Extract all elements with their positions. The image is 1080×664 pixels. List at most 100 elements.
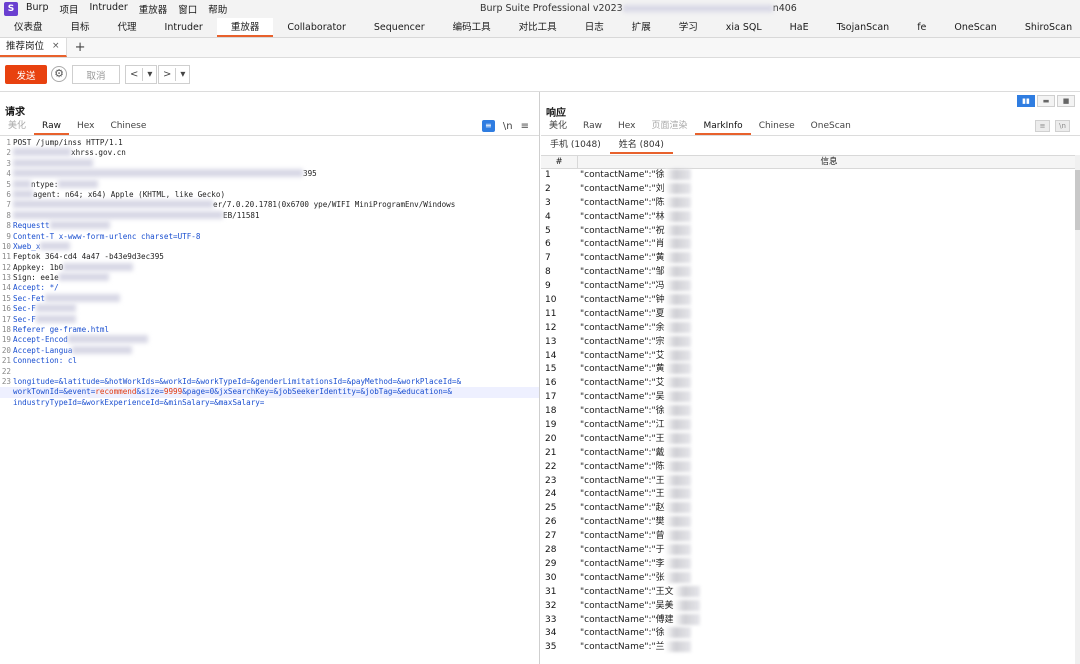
close-icon[interactable]: × bbox=[52, 37, 60, 56]
tab-chinese[interactable]: Chinese bbox=[751, 118, 803, 135]
tab-phone[interactable]: 手机 (1048) bbox=[541, 138, 610, 154]
table-row[interactable]: 26 "contactName":"樊 bbox=[541, 516, 1080, 530]
menu-burp[interactable]: Burp bbox=[26, 2, 48, 16]
menu-repeater[interactable]: 重放器 bbox=[139, 2, 168, 16]
tab-chinese[interactable]: Chinese bbox=[102, 118, 154, 135]
table-row[interactable]: 33 "contactName":"傅建 bbox=[541, 613, 1080, 628]
table-row[interactable]: 34 "contactName":"徐 bbox=[541, 627, 1080, 641]
tab-hex[interactable]: Hex bbox=[610, 118, 643, 135]
tab-dashboard[interactable]: 仪表盘 bbox=[0, 18, 57, 37]
table-row[interactable]: 5 "contactName":"祝 bbox=[541, 224, 1080, 239]
table-row[interactable]: 35 "contactName":"兰 bbox=[541, 641, 1080, 655]
tab-name[interactable]: 姓名 (804) bbox=[609, 138, 673, 154]
table-row[interactable]: 14 "contactName":"艾 bbox=[541, 349, 1080, 364]
tab-comparer[interactable]: 对比工具 bbox=[505, 18, 571, 37]
table-row[interactable]: 28 "contactName":"于 bbox=[541, 544, 1080, 558]
table-row[interactable]: 10 "contactName":"钟 bbox=[541, 294, 1080, 308]
scrollbar[interactable] bbox=[1075, 155, 1080, 664]
table-row[interactable]: 20 "contactName":"王 bbox=[541, 432, 1080, 447]
split-vertical-icon[interactable]: ▬ bbox=[1037, 95, 1055, 107]
send-button[interactable]: 发送 bbox=[5, 65, 47, 84]
table-row[interactable]: 3 "contactName":"陈 bbox=[541, 196, 1080, 211]
table-row[interactable]: 30 "contactName":"张 bbox=[541, 571, 1080, 586]
repeater-tab-recommend-jobs[interactable]: 推荐岗位 × bbox=[0, 38, 67, 57]
tab-logger[interactable]: 日志 bbox=[571, 18, 618, 37]
table-row[interactable]: 7 "contactName":"黄 bbox=[541, 252, 1080, 266]
table-row[interactable]: 8 "contactName":"邹 bbox=[541, 266, 1080, 280]
tab-intruder[interactable]: Intruder bbox=[151, 18, 217, 37]
tab-raw[interactable]: Raw bbox=[34, 118, 69, 135]
wrap-lines-icon[interactable]: ≡ bbox=[481, 120, 495, 132]
table-row[interactable]: 21 "contactName":"戴 bbox=[541, 446, 1080, 461]
table-row[interactable]: 29 "contactName":"李 bbox=[541, 557, 1080, 572]
column-header-number[interactable]: # bbox=[541, 156, 578, 168]
tab-fe[interactable]: fe bbox=[903, 18, 940, 37]
back-button-group[interactable]: < ▾ bbox=[125, 65, 158, 84]
table-row[interactable]: 9 "contactName":"冯 bbox=[541, 280, 1080, 294]
tab-proxy[interactable]: 代理 bbox=[104, 18, 151, 37]
tab-learn[interactable]: 学习 bbox=[665, 18, 712, 37]
tab-onescan[interactable]: OneScan bbox=[940, 18, 1010, 37]
tab-pretty[interactable]: 美化 bbox=[541, 118, 575, 135]
table-row[interactable]: 25 "contactName":"赵 bbox=[541, 502, 1080, 516]
newline-icon[interactable]: \n bbox=[503, 121, 513, 132]
tab-shiroscan[interactable]: ShiroScan bbox=[1011, 18, 1080, 37]
single-pane-icon[interactable]: ■ bbox=[1057, 95, 1075, 107]
table-row[interactable]: 1 "contactName":"徐 bbox=[541, 169, 1080, 183]
tab-extensions[interactable]: 扩展 bbox=[618, 18, 665, 37]
tab-target[interactable]: 目标 bbox=[57, 18, 104, 37]
gear-icon[interactable]: ⚙ bbox=[51, 66, 67, 82]
tab-sequencer[interactable]: Sequencer bbox=[360, 18, 439, 37]
split-horizontal-icon[interactable]: ▮▮ bbox=[1017, 95, 1035, 107]
back-icon[interactable]: < bbox=[126, 69, 142, 80]
menu-icon[interactable]: ≡ bbox=[521, 121, 529, 132]
table-row[interactable]: 18 "contactName":"徐 bbox=[541, 405, 1080, 419]
menu-intruder[interactable]: Intruder bbox=[90, 2, 128, 16]
tab-markinfo[interactable]: MarkInfo bbox=[695, 118, 751, 135]
tab-hae[interactable]: HaE bbox=[776, 18, 823, 37]
table-row[interactable]: 2 "contactName":"刘 bbox=[541, 182, 1080, 197]
table-row[interactable]: 24 "contactName":"王 bbox=[541, 488, 1080, 502]
tab-raw[interactable]: Raw bbox=[575, 118, 610, 135]
table-row[interactable]: 17 "contactName":"吴 bbox=[541, 391, 1080, 405]
tab-collaborator[interactable]: Collaborator bbox=[273, 18, 360, 37]
table-row[interactable]: 16 "contactName":"艾 bbox=[541, 377, 1080, 391]
tab-onescan[interactable]: OneScan bbox=[803, 118, 859, 135]
request-editor[interactable]: 1 POST /jump/inss HTTP/1.1 2 xhrss.gov.cn … bbox=[0, 138, 539, 664]
redacted-value bbox=[673, 613, 700, 625]
table-row[interactable]: 13 "contactName":"宗 bbox=[541, 335, 1080, 350]
tab-render[interactable]: 页面渲染 bbox=[643, 118, 695, 135]
menu-window[interactable]: 窗口 bbox=[178, 2, 197, 16]
table-row[interactable]: 15 "contactName":"黄 bbox=[541, 363, 1080, 377]
forward-button-group[interactable]: > ▾ bbox=[158, 65, 191, 84]
tab-xia-sql[interactable]: xia SQL bbox=[712, 18, 776, 37]
chevron-down-icon[interactable]: ▾ bbox=[143, 69, 156, 80]
menu-help[interactable]: 帮助 bbox=[208, 2, 227, 16]
table-row[interactable]: 4 "contactName":"林 bbox=[541, 210, 1080, 225]
table-row[interactable]: 23 "contactName":"王 bbox=[541, 474, 1080, 489]
cancel-button[interactable]: 取消 bbox=[72, 65, 120, 84]
forward-icon[interactable]: > bbox=[159, 69, 175, 80]
table-row[interactable]: 6 "contactName":"肖 bbox=[541, 238, 1080, 252]
table-row[interactable]: 12 "contactName":"余 bbox=[541, 321, 1080, 336]
table-row[interactable]: 31 "contactName":"王文 bbox=[541, 585, 1080, 600]
column-header-info[interactable]: 信息 bbox=[578, 156, 1080, 168]
scrollbar-thumb[interactable] bbox=[1075, 170, 1080, 230]
wrap-lines-icon[interactable]: ≡ bbox=[1035, 120, 1050, 132]
menu-project[interactable]: 项目 bbox=[59, 2, 78, 16]
tab-decoder[interactable]: 编码工具 bbox=[439, 18, 505, 37]
chevron-down-icon[interactable]: ▾ bbox=[176, 69, 189, 80]
table-row[interactable]: 32 "contactName":"吴美 bbox=[541, 599, 1080, 614]
row-info: "contactName":"徐 bbox=[580, 170, 665, 180]
tab-hex[interactable]: Hex bbox=[69, 118, 102, 135]
table-row[interactable]: 22 "contactName":"陈 bbox=[541, 460, 1080, 475]
tab-tsojanscan[interactable]: TsojanScan bbox=[823, 18, 904, 37]
table-row[interactable]: 19 "contactName":"江 bbox=[541, 419, 1080, 433]
table-row[interactable]: 27 "contactName":"曾 bbox=[541, 530, 1080, 544]
tab-pretty[interactable]: 美化 bbox=[0, 118, 34, 135]
newline-icon[interactable]: \n bbox=[1055, 120, 1070, 132]
tab-repeater[interactable]: 重放器 bbox=[216, 18, 274, 37]
row-info: "contactName":"宗 bbox=[580, 336, 665, 347]
table-row[interactable]: 11 "contactName":"夏 bbox=[541, 307, 1080, 322]
add-tab-icon[interactable]: + bbox=[75, 40, 86, 55]
